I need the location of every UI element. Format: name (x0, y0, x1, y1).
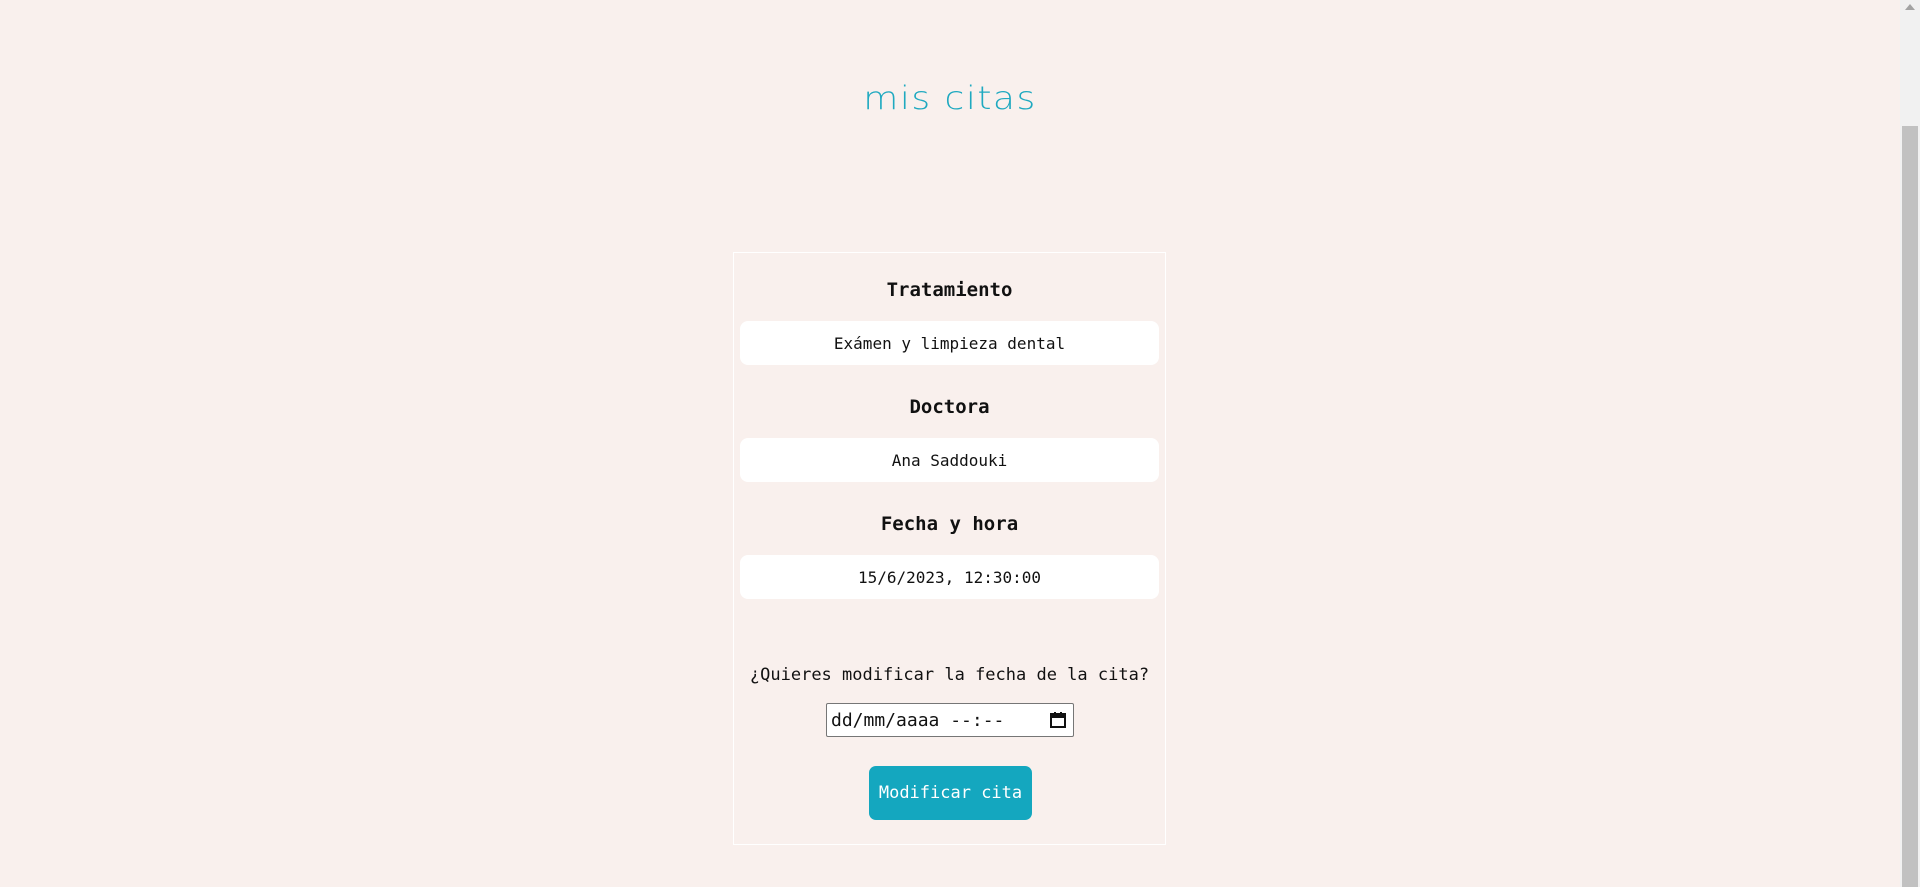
modify-question: ¿Quieres modificar la fecha de la cita? (749, 665, 1150, 685)
page-title: mis citas (863, 80, 1037, 117)
treatment-label: Tratamiento (886, 279, 1013, 301)
datetime-input-placeholder: dd/mm/aaaa --:-- (831, 709, 1005, 731)
page: mis citas Tratamiento Exámen y limpieza … (0, 0, 1900, 887)
datetime-value: 15/6/2023, 12:30:00 (740, 555, 1159, 599)
vertical-scrollbar[interactable] (1900, 0, 1920, 887)
datetime-label: Fecha y hora (880, 513, 1019, 535)
appointment-card: Tratamiento Exámen y limpieza dental Doc… (733, 252, 1166, 845)
calendar-icon[interactable] (1049, 711, 1067, 729)
treatment-value: Exámen y limpieza dental (740, 321, 1159, 365)
scroll-up-arrow-icon[interactable] (1905, 4, 1915, 10)
scrollbar-thumb[interactable] (1902, 126, 1918, 887)
modify-appointment-button[interactable]: Modificar cita (869, 766, 1032, 820)
new-datetime-input[interactable]: dd/mm/aaaa --:-- (826, 703, 1074, 737)
doctor-value: Ana Saddouki (740, 438, 1159, 482)
doctor-label: Doctora (909, 396, 990, 418)
